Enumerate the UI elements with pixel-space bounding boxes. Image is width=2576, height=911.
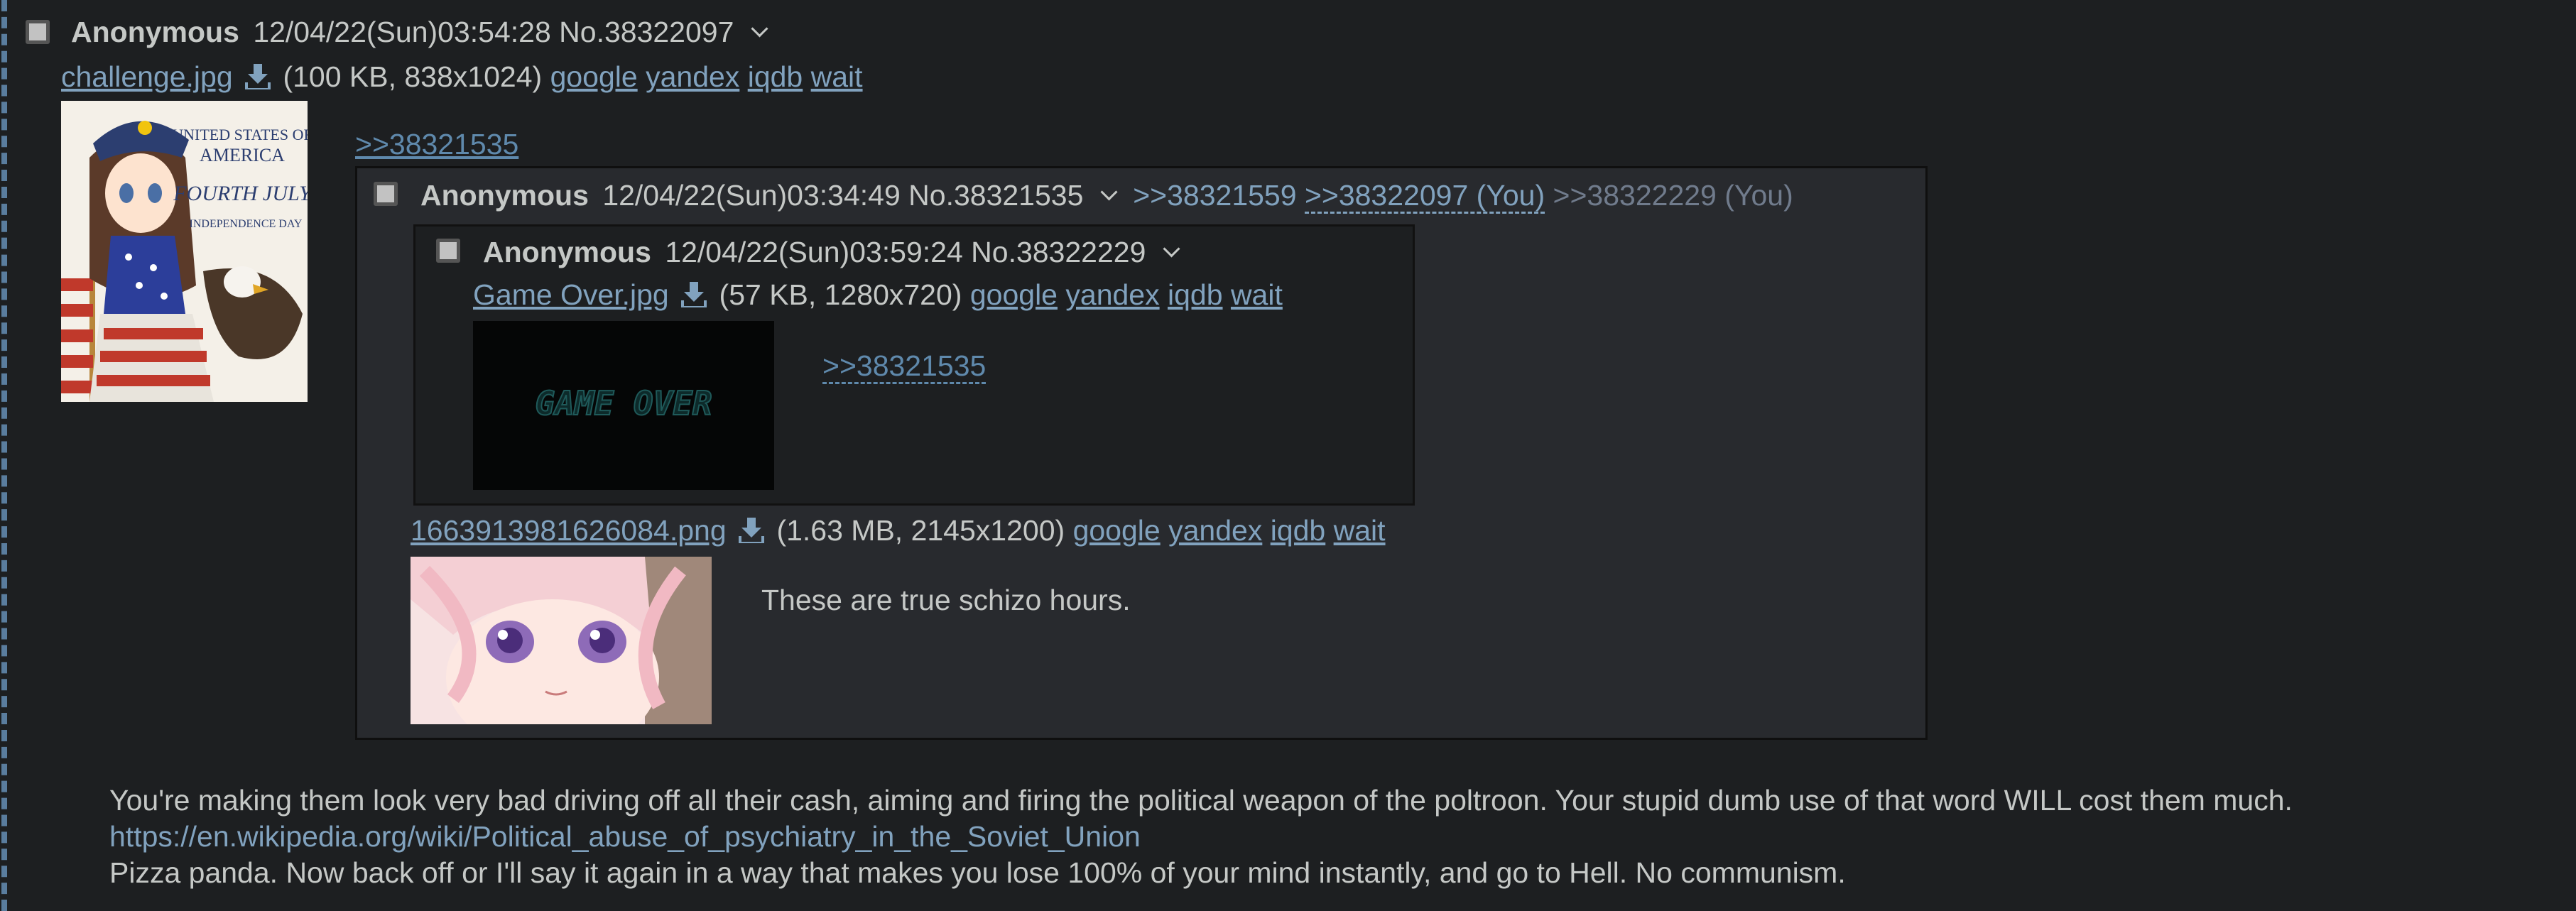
post-number[interactable]: No.38322097 [559,16,734,48]
search-iqdb-link[interactable]: iqdb [1271,514,1326,547]
comment-line: Pizza panda. Now back off or I'll say it… [109,856,1846,889]
backlink[interactable]: >>38322097 (You) [1304,179,1545,214]
chevron-down-icon[interactable] [751,20,768,38]
post-select-checkbox[interactable] [436,239,460,263]
search-yandex-link[interactable]: yandex [1168,514,1262,547]
post-datetime: 12/04/22(Sun)03:54:28 [253,16,551,48]
file-details: (1.63 MB, 2145x1200) [776,514,1065,547]
post-header: Anonymous 12/04/22(Sun)03:34:49 No.38321… [420,178,1793,214]
poster-name: Anonymous [420,179,589,212]
backlink[interactable]: >>38322229 (You) [1553,179,1793,212]
inline-quote-link[interactable]: >>38321535 [355,126,518,163]
svg-text:GAME OVER: GAME OVER [535,384,712,422]
svg-text:FOURTH JULY: FOURTH JULY [173,182,308,205]
file-details: (57 KB, 1280x720) [719,278,962,311]
comment-text: These are true schizo hours. [761,584,1131,616]
search-iqdb-link[interactable]: iqdb [1168,278,1223,311]
download-icon[interactable] [737,516,766,545]
search-yandex-link[interactable]: yandex [646,60,739,93]
comment-link[interactable]: https://en.wikipedia.org/wiki/Political_… [109,819,2293,855]
search-google-link[interactable]: google [550,60,638,93]
svg-text:AMERICA: AMERICA [200,145,285,165]
file-name-link[interactable]: challenge.jpg [61,60,233,93]
thumbnail-illustration: UNITED STATES OF AMERICA FOURTH JULY IND… [61,101,308,402]
file-details: (100 KB, 838x1024) [283,60,543,93]
search-google-link[interactable]: google [970,278,1058,311]
post-comment: >>38321535 [822,348,987,384]
file-info: Game Over.jpg (57 KB, 1280x720) google y… [473,277,1283,313]
search-yandex-link[interactable]: yandex [1065,278,1159,311]
chevron-down-icon[interactable] [1100,183,1118,201]
post-comment: You're making them look very bad driving… [109,782,2293,891]
download-icon[interactable] [244,62,272,91]
search-wait-link[interactable]: wait [1334,514,1386,547]
quote-link[interactable]: >>38321535 [822,349,987,384]
post-number[interactable]: No.38322229 [971,236,1146,268]
post-header: Anonymous 12/04/22(Sun)03:59:24 No.38322… [483,234,1180,271]
backlink[interactable]: >>38321559 [1133,179,1296,212]
thumbnail-illustration: GAME OVER [473,321,774,490]
post-thumbnail[interactable] [411,557,712,724]
poster-name: Anonymous [71,16,239,48]
post-datetime: 12/04/22(Sun)03:34:49 [602,179,901,212]
chevron-down-icon[interactable] [1163,240,1180,258]
file-name-link[interactable]: 1663913981626084.png [411,514,727,547]
file-info: challenge.jpg (100 KB, 838x1024) google … [61,59,863,95]
search-wait-link[interactable]: wait [811,60,863,93]
poster-name: Anonymous [483,236,651,268]
file-name-link[interactable]: Game Over.jpg [473,278,669,311]
post-header: Anonymous 12/04/22(Sun)03:54:28 No.38322… [71,14,768,50]
post-select-checkbox[interactable] [26,20,50,44]
thumbnail-illustration [411,557,712,724]
search-iqdb-link[interactable]: iqdb [748,60,803,93]
download-icon[interactable] [680,280,708,309]
quote-link[interactable]: >>38321535 [355,128,518,160]
post-number[interactable]: No.38321535 [908,179,1083,212]
svg-text:UNITED STATES OF: UNITED STATES OF [172,126,308,143]
post-comment: These are true schizo hours. [761,582,1131,618]
post-datetime: 12/04/22(Sun)03:59:24 [665,236,963,268]
search-google-link[interactable]: google [1073,514,1161,547]
post-select-checkbox[interactable] [374,182,398,206]
comment-line: You're making them look very bad driving… [109,784,2293,817]
file-info: 1663913981626084.png (1.63 MB, 2145x1200… [411,513,1386,549]
post-thumbnail[interactable]: UNITED STATES OF AMERICA FOURTH JULY IND… [61,101,308,402]
post-thumbnail[interactable]: GAME OVER [473,321,774,490]
search-wait-link[interactable]: wait [1231,278,1283,311]
thread-indent-line [1,0,7,911]
svg-text:INDEPENDENCE DAY: INDEPENDENCE DAY [190,218,303,230]
